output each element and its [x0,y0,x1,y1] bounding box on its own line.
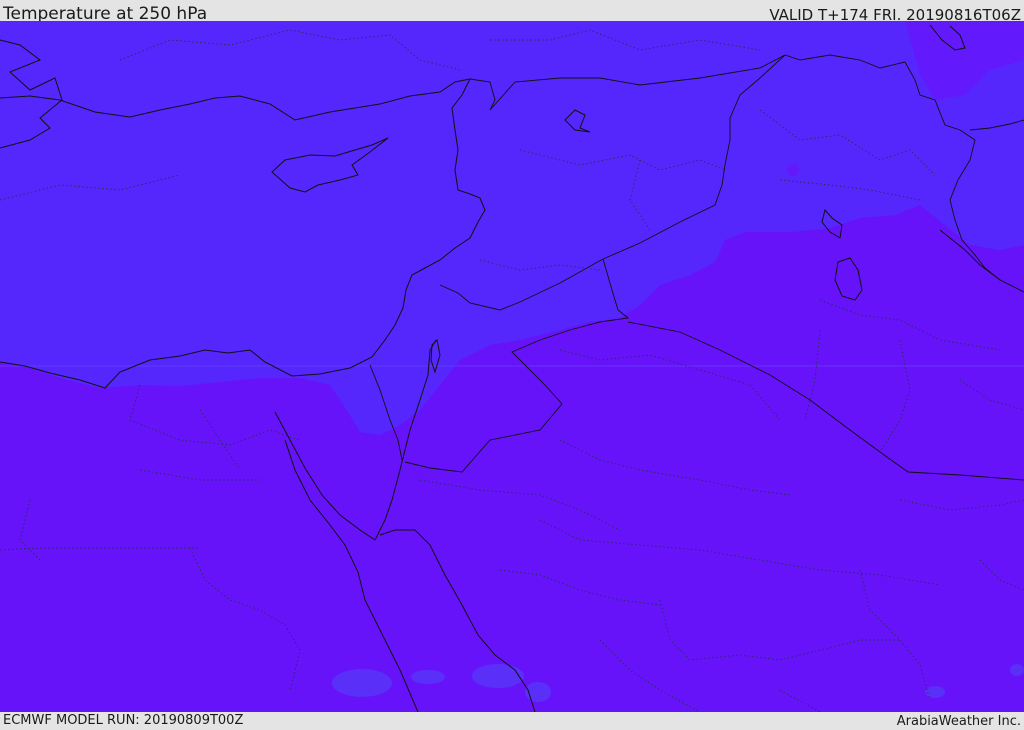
cool-patch-1 [332,669,392,697]
cool-patch-6 [1010,664,1024,676]
footer-bar: ECMWF MODEL RUN: 20190809T00Z ArabiaWeat… [0,712,1024,729]
cool-patch-2 [411,670,445,684]
cool-patch-3 [472,664,524,688]
model-run-label: ECMWF MODEL RUN: 20190809T00Z [3,713,244,728]
cool-patch-7 [787,164,799,176]
cool-patch-5 [925,686,945,698]
credit-label: ArabiaWeather Inc. [896,714,1021,729]
temperature-map [0,21,1024,712]
header-bar: Temperature at 250 hPa VALID T+174 FRI. … [0,0,1024,24]
map-canvas [0,21,1024,712]
